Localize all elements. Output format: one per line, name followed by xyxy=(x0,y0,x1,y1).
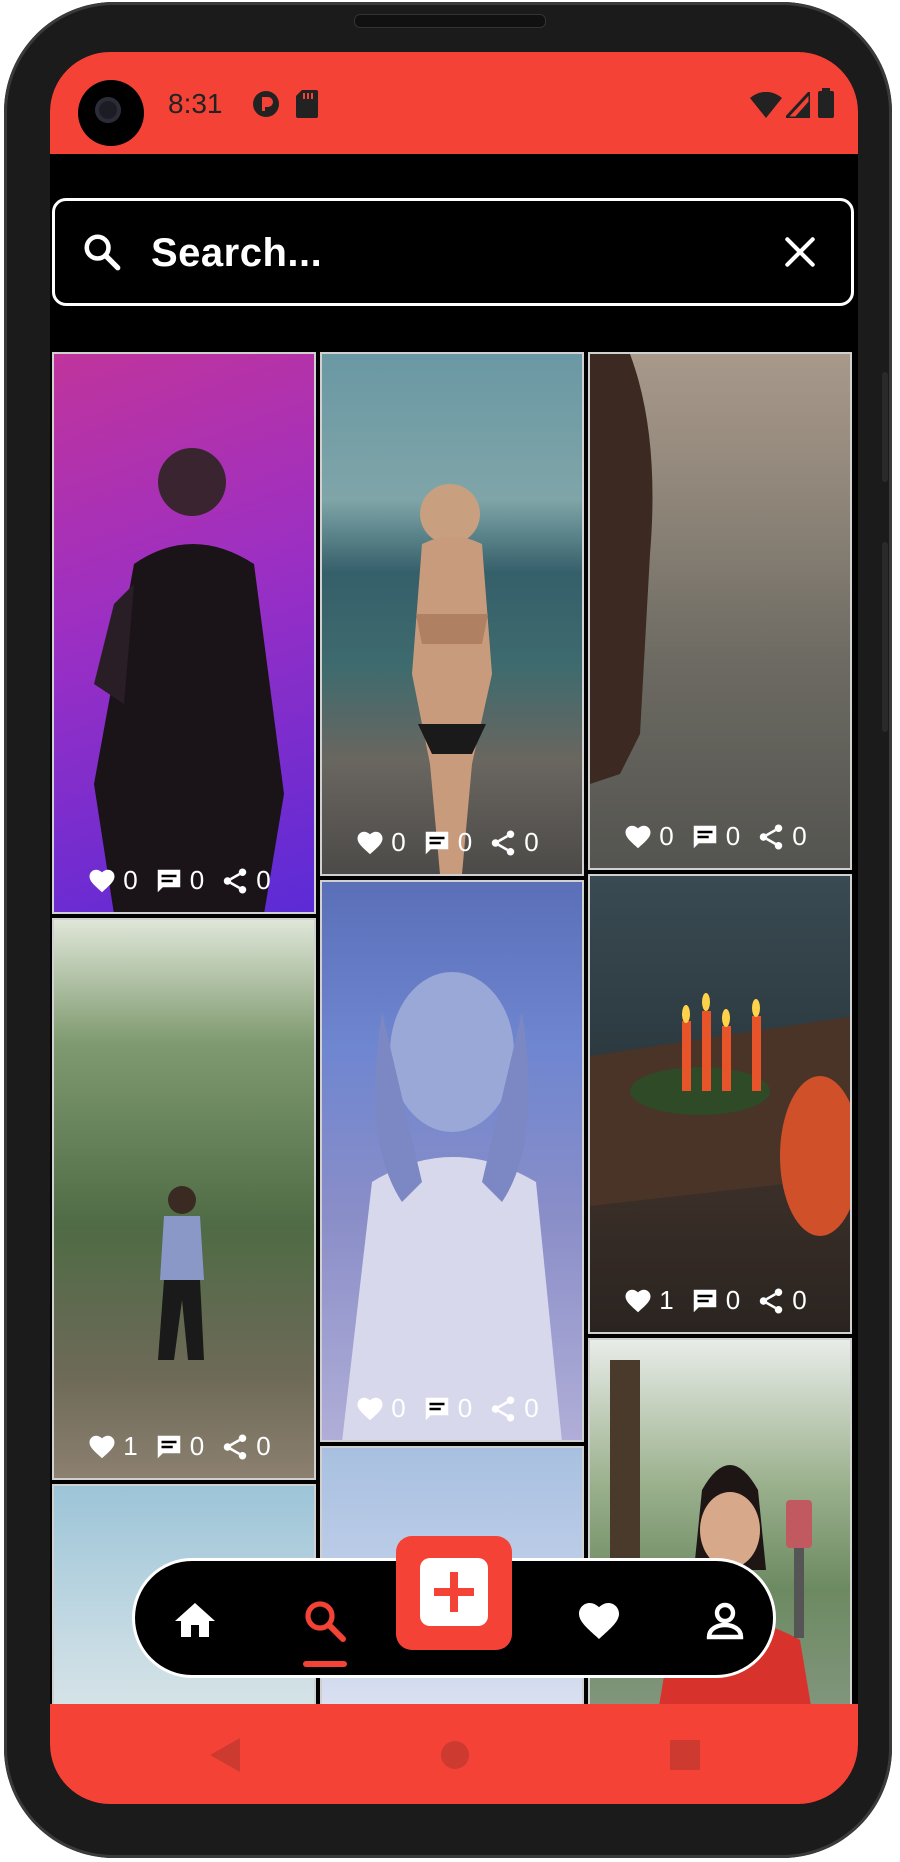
like-icon[interactable] xyxy=(623,822,653,852)
like-count: 1 xyxy=(123,1431,138,1461)
status-bar: 8:31 xyxy=(50,52,858,154)
share-count: 0 xyxy=(524,827,539,857)
recents-icon[interactable] xyxy=(670,1740,700,1775)
person-silhouette xyxy=(412,484,492,874)
share-count: 0 xyxy=(524,1393,539,1423)
system-nav-bar xyxy=(50,1704,858,1804)
battery-icon xyxy=(818,88,834,123)
wifi-icon xyxy=(750,91,782,123)
person-silhouette xyxy=(590,354,653,784)
profile-icon[interactable] xyxy=(701,1597,749,1645)
share-count: 0 xyxy=(256,865,271,895)
add-icon xyxy=(420,1558,488,1626)
person-silhouette xyxy=(342,972,562,1440)
post-stats: 1 0 0 xyxy=(54,1431,314,1462)
home-circle-icon[interactable] xyxy=(440,1740,470,1775)
share-icon[interactable] xyxy=(488,1394,518,1424)
search-icon xyxy=(81,231,123,278)
share-icon[interactable] xyxy=(488,828,518,858)
comment-count: 0 xyxy=(725,1285,741,1315)
search-input[interactable]: Search... xyxy=(151,231,322,276)
like-count: 0 xyxy=(391,827,406,857)
back-icon[interactable] xyxy=(210,1738,242,1777)
post-stats: 1 0 0 xyxy=(590,1285,850,1316)
heart-icon[interactable] xyxy=(575,1597,623,1645)
like-icon[interactable] xyxy=(623,1286,653,1316)
search-icon[interactable] xyxy=(301,1597,349,1645)
comment-count: 0 xyxy=(189,865,205,895)
video-thumbnail[interactable]: 0 0 0 xyxy=(320,352,584,876)
candles-scene xyxy=(590,993,850,1236)
person-silhouette xyxy=(610,1360,820,1756)
earpiece xyxy=(354,14,546,28)
like-icon[interactable] xyxy=(355,1394,385,1424)
video-thumbnail[interactable]: 0 0 0 xyxy=(52,352,316,914)
app-notification-icon xyxy=(252,90,280,123)
comment-icon[interactable] xyxy=(154,866,184,896)
like-count: 0 xyxy=(123,865,138,895)
like-count: 0 xyxy=(391,1393,406,1423)
status-time: 8:31 xyxy=(168,88,223,119)
like-icon[interactable] xyxy=(87,1432,117,1462)
search-bar[interactable]: Search... xyxy=(52,198,854,306)
front-camera xyxy=(78,80,144,146)
share-icon[interactable] xyxy=(756,822,786,852)
video-thumbnail[interactable]: 0 0 0 xyxy=(588,352,852,870)
post-stats: 0 0 0 xyxy=(590,821,850,852)
post-stats: 0 0 0 xyxy=(322,1393,582,1424)
comment-icon[interactable] xyxy=(690,1286,720,1316)
volume-button xyxy=(882,372,888,482)
video-thumbnail[interactable]: 1 0 0 xyxy=(588,874,852,1334)
share-count: 0 xyxy=(792,821,807,851)
like-icon[interactable] xyxy=(87,866,117,896)
comment-count: 0 xyxy=(189,1431,205,1461)
video-thumbnail[interactable] xyxy=(588,1338,852,1758)
video-thumbnail[interactable]: 0 0 0 xyxy=(320,880,584,1442)
comment-icon[interactable] xyxy=(690,822,720,852)
share-icon[interactable] xyxy=(220,866,250,896)
person-silhouette xyxy=(94,448,284,912)
comment-icon[interactable] xyxy=(422,1394,452,1424)
like-count: 0 xyxy=(659,821,674,851)
share-icon[interactable] xyxy=(220,1432,250,1462)
like-icon[interactable] xyxy=(355,828,385,858)
comment-count: 0 xyxy=(457,827,473,857)
like-count: 1 xyxy=(659,1285,674,1315)
post-stats: 0 0 0 xyxy=(322,827,582,858)
active-tab-indicator xyxy=(303,1661,347,1667)
comment-count: 0 xyxy=(725,821,741,851)
screen: 8:31 Search... 0 0 0 0 0 0 0 0 0 1 0 0 0… xyxy=(50,52,858,1804)
share-count: 0 xyxy=(256,1431,271,1461)
phone-frame: 8:31 Search... 0 0 0 0 0 0 0 0 0 1 0 0 0… xyxy=(4,2,892,1858)
comment-icon[interactable] xyxy=(154,1432,184,1462)
video-thumbnail[interactable]: 1 0 0 xyxy=(52,918,316,1480)
comment-count: 0 xyxy=(457,1393,473,1423)
post-stats: 0 0 0 xyxy=(54,865,314,896)
share-count: 0 xyxy=(792,1285,807,1315)
create-post-button[interactable] xyxy=(396,1536,512,1650)
power-button xyxy=(882,542,888,732)
clear-search-icon[interactable] xyxy=(781,233,819,276)
cell-signal-icon xyxy=(782,88,812,123)
share-icon[interactable] xyxy=(756,1286,786,1316)
person-silhouette xyxy=(158,1186,204,1360)
home-icon[interactable] xyxy=(171,1597,219,1645)
comment-icon[interactable] xyxy=(422,828,452,858)
sd-card-icon xyxy=(296,90,318,123)
